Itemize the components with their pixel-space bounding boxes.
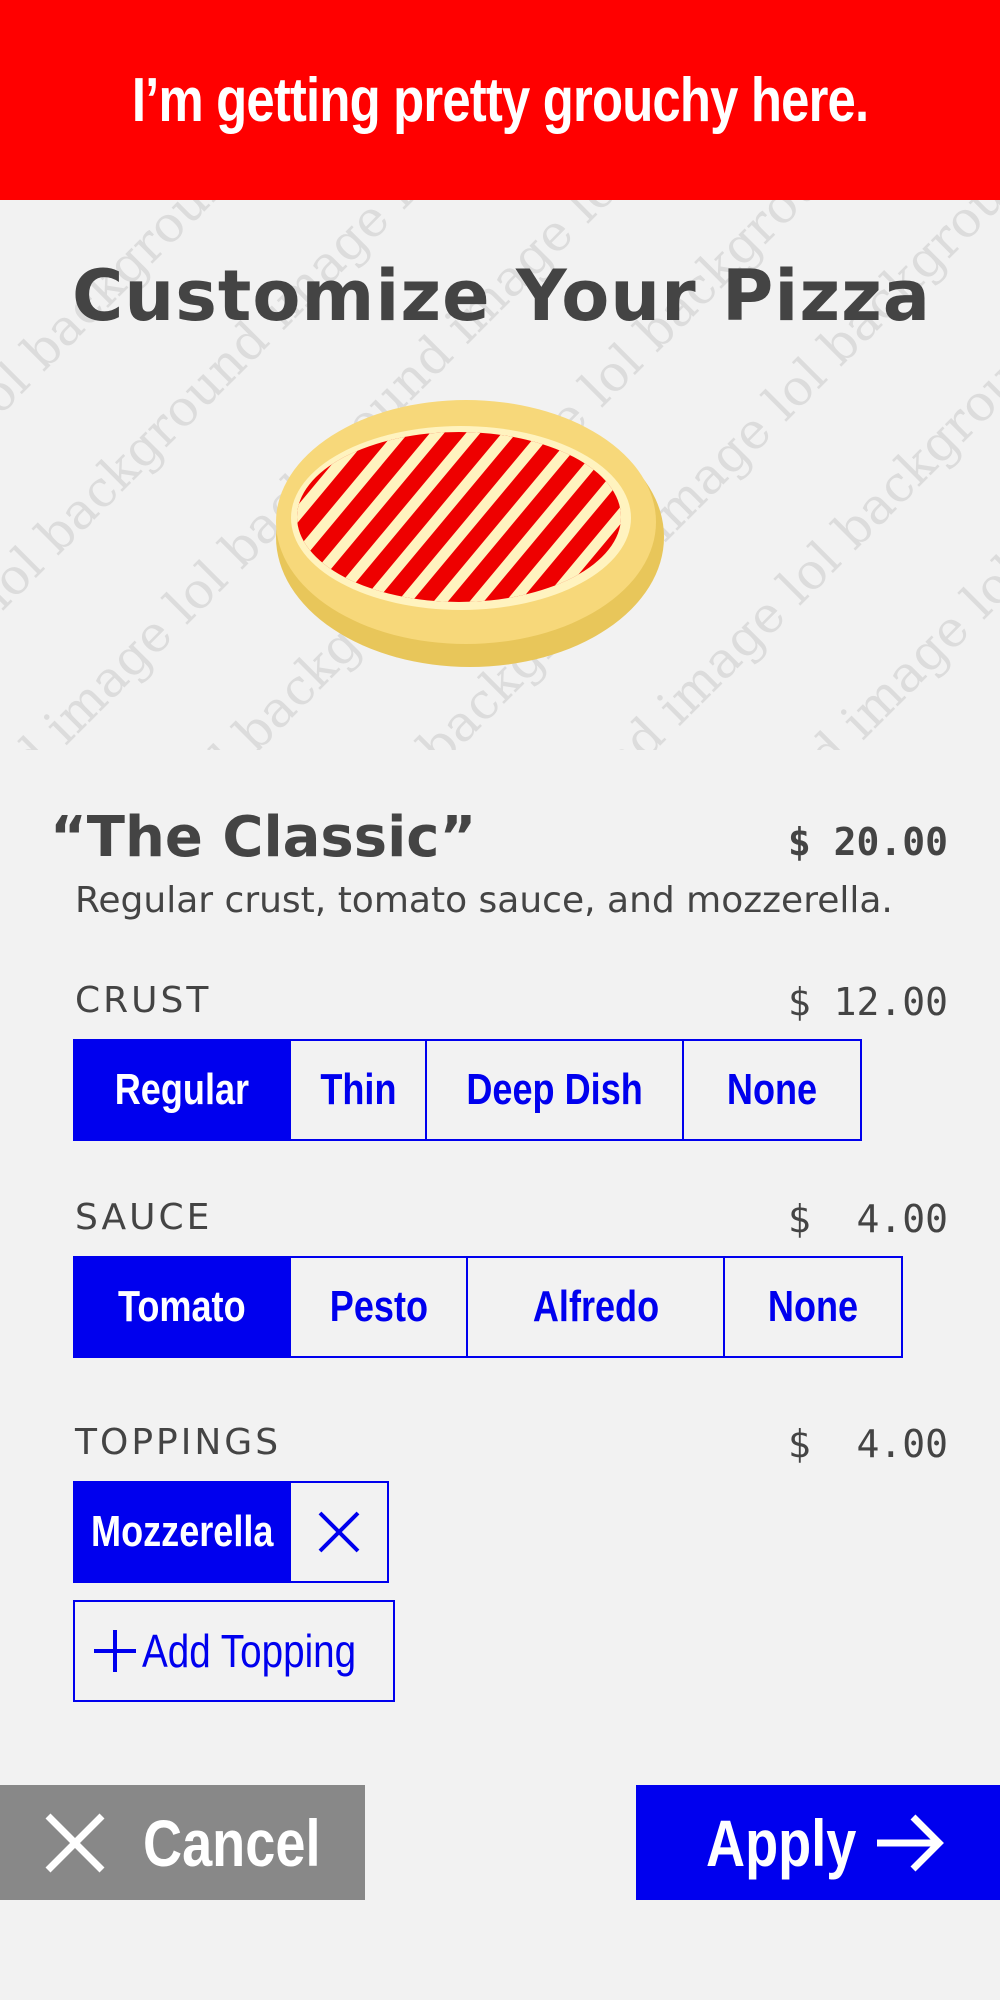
cancel-label: Cancel bbox=[143, 1805, 321, 1880]
sauce-option-tomato[interactable]: Tomato bbox=[73, 1256, 291, 1358]
sauce-option-none[interactable]: None bbox=[723, 1256, 903, 1358]
crust-options: Regular Thin Deep Dish None bbox=[73, 1039, 862, 1141]
banner-text: I’m getting pretty grouchy here. bbox=[131, 65, 869, 135]
crust-price: $ 12.00 bbox=[787, 980, 948, 1024]
crust-option-deep-dish[interactable]: Deep Dish bbox=[425, 1039, 684, 1141]
crust-option-none[interactable]: None bbox=[682, 1039, 862, 1141]
option-label: Thin bbox=[319, 1065, 397, 1114]
option-label: Pesto bbox=[329, 1282, 428, 1331]
plus-icon bbox=[92, 1628, 138, 1674]
toppings-label: TOPPINGS bbox=[75, 1422, 282, 1463]
crust-option-thin[interactable]: Thin bbox=[289, 1039, 427, 1141]
topping-label: Mozzerella bbox=[90, 1507, 274, 1556]
option-label: Tomato bbox=[118, 1282, 246, 1331]
product-price: $ 20.00 bbox=[787, 820, 948, 864]
crust-label: CRUST bbox=[75, 980, 212, 1021]
option-label: None bbox=[767, 1282, 859, 1331]
alert-banner: I’m getting pretty grouchy here. bbox=[0, 0, 1000, 200]
apply-button[interactable]: Apply bbox=[636, 1785, 1000, 1900]
option-label: Deep Dish bbox=[466, 1065, 643, 1114]
add-topping-label: Add Topping bbox=[141, 1625, 356, 1677]
apply-label: Apply bbox=[706, 1805, 857, 1880]
crust-option-regular[interactable]: Regular bbox=[73, 1039, 291, 1141]
add-topping-button[interactable]: Add Topping bbox=[73, 1600, 395, 1702]
close-icon bbox=[318, 1511, 360, 1553]
cancel-button[interactable]: Cancel bbox=[0, 1785, 365, 1900]
sauce-option-alfredo[interactable]: Alfredo bbox=[466, 1256, 725, 1358]
option-label: Alfredo bbox=[532, 1282, 659, 1331]
option-label: None bbox=[726, 1065, 818, 1114]
sauce-option-pesto[interactable]: Pesto bbox=[289, 1256, 468, 1358]
option-label: Regular bbox=[114, 1065, 250, 1114]
product-name: “The Classic” bbox=[50, 805, 477, 870]
remove-topping-button[interactable] bbox=[289, 1481, 389, 1583]
topping-chip-mozzerella[interactable]: Mozzerella bbox=[73, 1481, 291, 1583]
toppings-price: $ 4.00 bbox=[787, 1422, 948, 1466]
selected-toppings: Mozzerella bbox=[73, 1481, 389, 1583]
sauce-price: $ 4.00 bbox=[787, 1197, 948, 1241]
product-description: Regular crust, tomato sauce, and mozzere… bbox=[75, 880, 893, 921]
sauce-label: SAUCE bbox=[75, 1197, 213, 1238]
page-title: Customize Your Pizza bbox=[72, 255, 932, 337]
arrow-right-icon bbox=[875, 1813, 945, 1873]
sauce-options: Tomato Pesto Alfredo None bbox=[73, 1256, 903, 1358]
close-icon bbox=[45, 1813, 105, 1873]
pizza-illustration bbox=[276, 400, 664, 667]
